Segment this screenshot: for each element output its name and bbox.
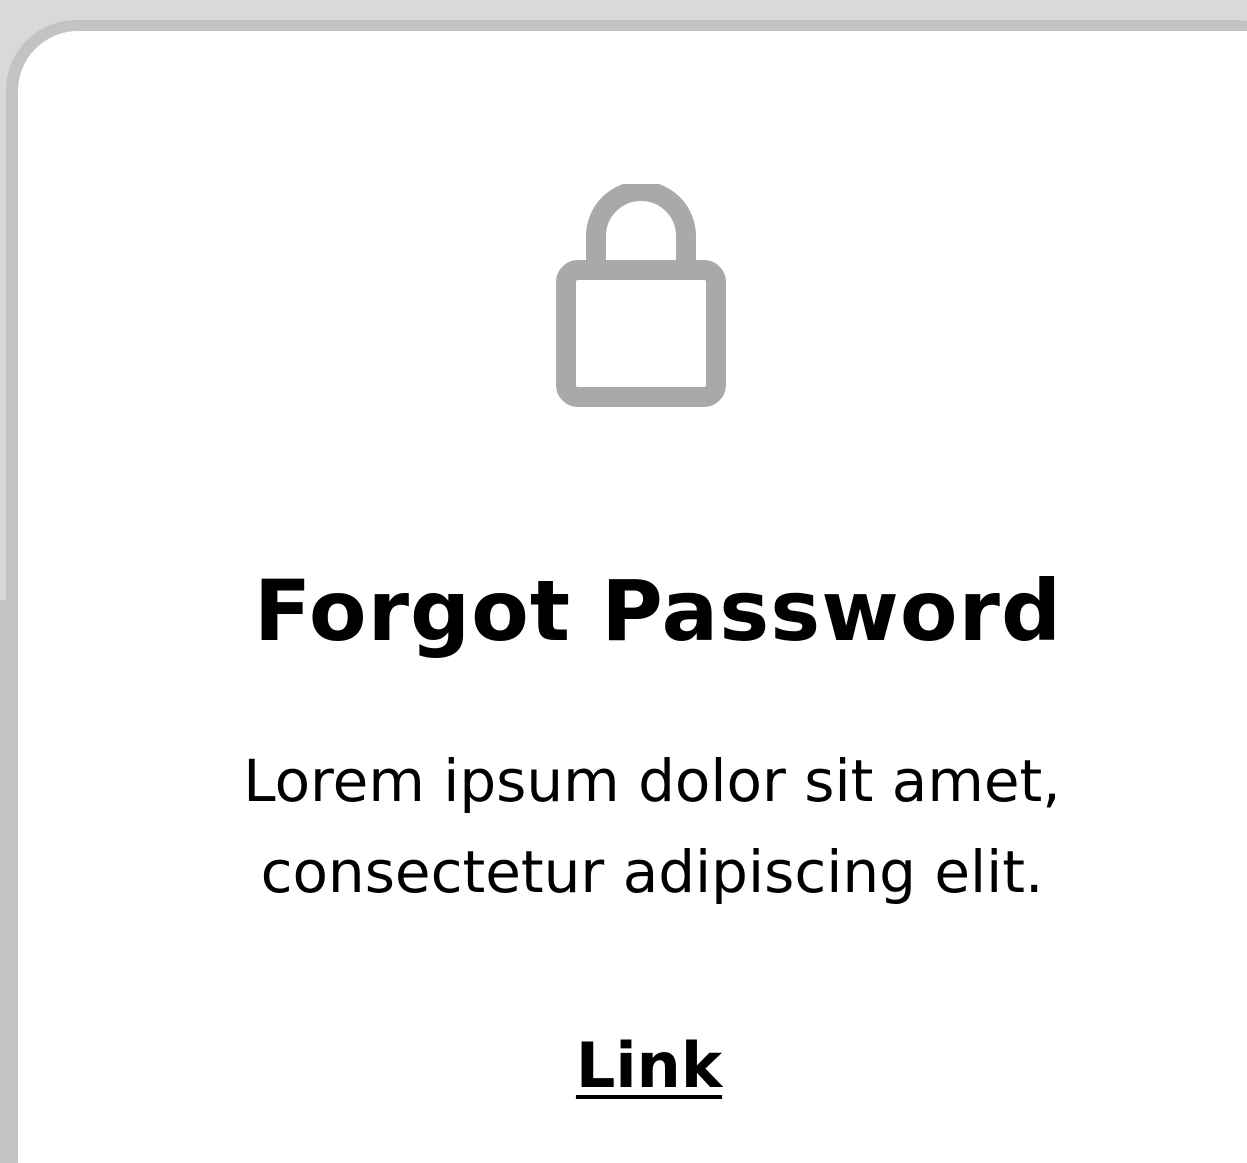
description-line: Lorem ipsum dolor sit amet,	[243, 747, 1061, 815]
description: Lorem ipsum dolor sit amet, consectetur …	[18, 736, 1247, 918]
page-title: Forgot Password	[253, 562, 1063, 660]
link[interactable]: Link	[18, 1026, 1247, 1106]
lock-icon	[556, 184, 726, 407]
forgot-password-card: Forgot Password Lorem ipsum dolor sit am…	[18, 31, 1247, 1163]
description-line: consectetur adipiscing elit.	[260, 838, 1044, 906]
